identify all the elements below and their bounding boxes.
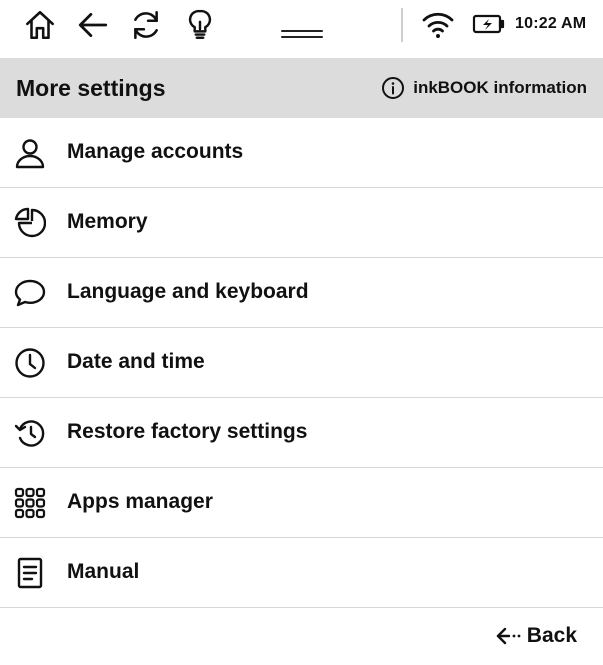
apps-grid-icon <box>14 487 46 519</box>
info-label: inkBOOK information <box>413 78 587 97</box>
menu-item-date-time[interactable]: Date and time <box>0 328 603 398</box>
menu-item-label: Restore factory settings <box>67 420 308 443</box>
info-icon <box>382 77 405 99</box>
page-title: More settings <box>16 75 166 101</box>
menu-item-memory[interactable]: Memory <box>0 188 603 258</box>
status-time: 10:22 AM <box>515 15 587 32</box>
menu-item-manage-accounts[interactable]: Manage accounts <box>0 118 603 188</box>
menu-item-manual[interactable]: Manual <box>0 538 603 608</box>
menu-item-label: Memory <box>67 210 148 233</box>
battery-charging-icon <box>472 13 506 35</box>
menu-item-label: Manage accounts <box>67 140 244 163</box>
speech-bubble-icon <box>14 277 46 309</box>
restore-icon <box>14 417 46 449</box>
clock-icon <box>14 347 46 379</box>
refresh-icon[interactable] <box>128 7 164 43</box>
back-button[interactable]: Back <box>495 624 577 648</box>
back-arrow-icon <box>496 627 521 645</box>
user-icon <box>14 137 46 169</box>
back-arrow-icon[interactable] <box>75 7 111 43</box>
wifi-icon[interactable] <box>421 9 455 41</box>
menu-item-label: Apps manager <box>67 490 213 513</box>
back-label: Back <box>526 624 577 647</box>
inkbook-information-button[interactable]: inkBOOK information <box>381 75 587 101</box>
status-divider <box>401 8 403 42</box>
home-icon[interactable] <box>22 7 58 43</box>
settings-menu: Manage accounts Memory Language and keyb… <box>0 118 603 608</box>
menu-item-label: Language and keyboard <box>67 280 309 303</box>
lightbulb-icon[interactable] <box>182 7 218 43</box>
menu-item-language-keyboard[interactable]: Language and keyboard <box>0 258 603 328</box>
page-header: More settings inkBOOK information <box>0 58 603 118</box>
drag-handle[interactable] <box>281 30 323 42</box>
menu-item-restore-factory[interactable]: Restore factory settings <box>0 398 603 468</box>
menu-item-label: Manual <box>67 560 140 583</box>
document-icon <box>14 557 46 589</box>
menu-item-apps-manager[interactable]: Apps manager <box>0 468 603 538</box>
menu-item-label: Date and time <box>67 350 205 373</box>
status-bar: 10:22 AM <box>0 0 603 58</box>
pie-chart-icon <box>14 207 47 239</box>
